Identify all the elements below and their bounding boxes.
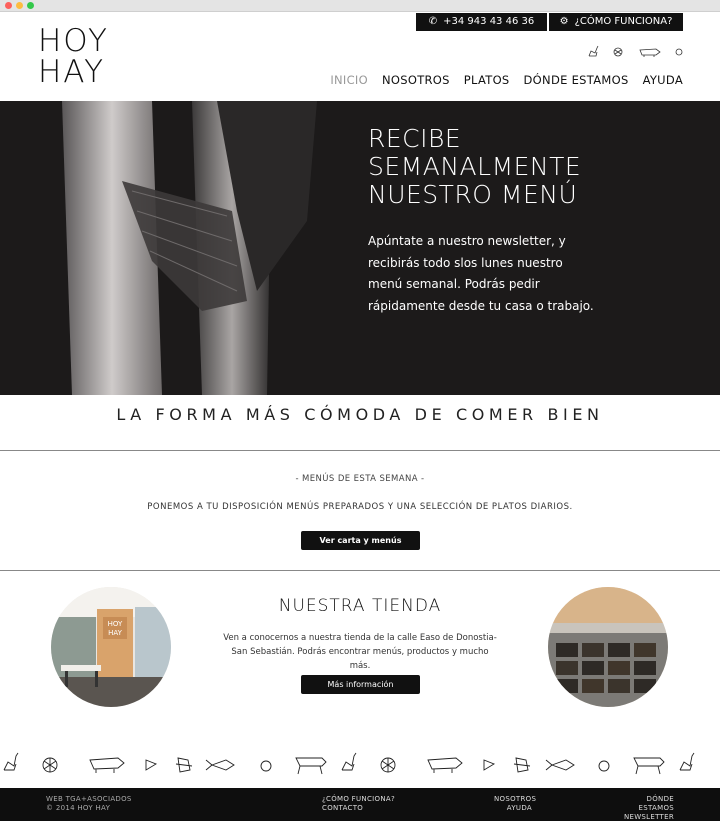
- nav-item-nosotros[interactable]: NOSOTROS: [382, 73, 450, 87]
- cow-icon: [633, 757, 665, 775]
- hero-title-line-1: RECIBE: [368, 124, 462, 153]
- hero-text: Apúntate a nuestro newsletter, y recibir…: [368, 234, 594, 313]
- goose-icon: [3, 752, 19, 771]
- goose-icon: [341, 752, 357, 771]
- footer-link-where[interactable]: DÓNDE ESTAMOS: [612, 795, 674, 813]
- nav-item-donde-estamos[interactable]: DÓNDE ESTAMOS: [524, 73, 629, 87]
- how-it-works-button[interactable]: ⚙ ¿CÓMO FUNCIONA?: [549, 13, 683, 31]
- minimize-window-button[interactable]: [16, 2, 23, 9]
- pig-icon: [89, 757, 125, 773]
- footer-column-2: NOSOTROS AYUDA: [494, 795, 536, 813]
- tomato-icon: [260, 760, 272, 772]
- goose-icon[interactable]: [588, 45, 599, 57]
- crab-icon: [513, 757, 531, 773]
- logo-line-1: HOY: [38, 23, 109, 59]
- store-sign-line-2: HAY: [108, 629, 123, 637]
- fish-head-icon: [483, 759, 496, 771]
- more-info-button[interactable]: Más información: [301, 675, 420, 694]
- pig-icon: [427, 757, 463, 773]
- footer-link-newsletter[interactable]: NEWSLETTER: [612, 813, 674, 821]
- footer-column-3: DÓNDE ESTAMOS NEWSLETTER: [612, 795, 674, 821]
- hero-banner: RECIBE SEMANALMENTE NUESTRO MENÚ Apúntat…: [0, 101, 720, 395]
- slogan: LA FORMA MÁS CÓMODA DE COMER BIEN: [116, 405, 604, 424]
- footer-link-contact[interactable]: CONTACTO: [322, 804, 395, 813]
- nav-item-inicio[interactable]: INICIO: [330, 73, 368, 87]
- nav-item-platos[interactable]: PLATOS: [464, 73, 510, 87]
- phone-label: +34 943 43 46 36: [443, 16, 535, 27]
- animal-icons-strip: [3, 752, 695, 775]
- tomato-icon: [598, 760, 610, 772]
- footer-copyright: © 2014 HOY HAY: [46, 804, 111, 812]
- pig-icon[interactable]: [639, 48, 661, 57]
- cow-icon: [295, 757, 327, 775]
- shell-icon: [380, 757, 396, 773]
- food-photo: [548, 587, 668, 707]
- divider-1: [0, 450, 720, 451]
- browser-chrome: [0, 0, 720, 12]
- footer-link-help[interactable]: AYUDA: [494, 804, 532, 813]
- egg-icon[interactable]: [675, 48, 683, 56]
- footer-link-how[interactable]: ¿CÓMO FUNCIONA?: [322, 795, 395, 804]
- footer-link-about[interactable]: NOSOTROS: [494, 795, 536, 804]
- divider-2: [0, 570, 720, 571]
- fish-head-icon: [145, 759, 158, 771]
- fish-photo: [42, 101, 327, 395]
- store-text: Ven a conocernos a nuestra tienda de la …: [223, 633, 497, 671]
- hero-title-line-3: NUESTRO MENÚ: [368, 180, 578, 209]
- footer-credit[interactable]: WEB TGA+ASOCIADOS: [46, 795, 132, 804]
- menus-kicker: - MENÚS DE ESTA SEMANA -: [295, 474, 425, 484]
- fish-icon: [205, 759, 235, 771]
- close-window-button[interactable]: [5, 2, 12, 9]
- shell-icon: [42, 757, 58, 773]
- phone-icon: ✆: [428, 16, 438, 27]
- hero-title-line-2: SEMANALMENTE: [368, 152, 582, 181]
- fish-icon: [545, 759, 575, 771]
- site-logo[interactable]: HOY HAY: [38, 26, 109, 88]
- how-label: ¿CÓMO FUNCIONA?: [574, 16, 673, 27]
- menus-description: PONEMOS A TU DISPOSICIÓN MENÚS PREPARADO…: [147, 502, 573, 512]
- goose-icon: [679, 752, 695, 771]
- main-nav: INICIO NOSOTROS PLATOS DÓNDE ESTAMOS AYU…: [330, 73, 683, 87]
- store-sign-line-1: HOY: [108, 620, 123, 628]
- hero-title: RECIBE SEMANALMENTE NUESTRO MENÚ: [368, 125, 581, 209]
- footer: WEB TGA+ASOCIADOS © 2014 HOY HAY ¿CÓMO F…: [0, 788, 720, 821]
- cutlery-icon: ⚙: [559, 16, 569, 27]
- menu-card-button[interactable]: Ver carta y menús: [301, 531, 420, 550]
- footer-credits: WEB TGA+ASOCIADOS © 2014 HOY HAY: [46, 795, 132, 813]
- shell-icon[interactable]: [613, 47, 623, 57]
- logo-line-2: HAY: [38, 54, 106, 90]
- nav-item-ayuda[interactable]: AYUDA: [643, 73, 683, 87]
- header-icons: [588, 45, 683, 57]
- zoom-window-button[interactable]: [27, 2, 34, 9]
- footer-column-1: ¿CÓMO FUNCIONA? CONTACTO: [322, 795, 395, 813]
- phone-button[interactable]: ✆ +34 943 43 46 36: [416, 13, 547, 31]
- crab-icon: [175, 757, 193, 773]
